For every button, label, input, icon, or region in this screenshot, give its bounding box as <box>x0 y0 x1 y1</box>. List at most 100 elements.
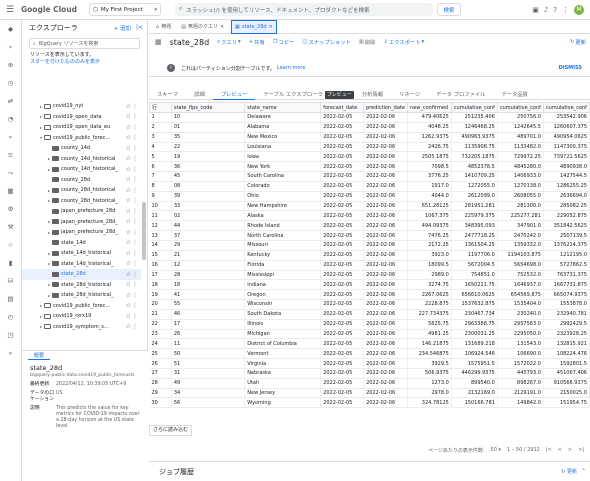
learn-more-link[interactable]: Learn more <box>277 65 306 71</box>
close-icon[interactable]: ✕ <box>269 24 273 30</box>
help-icon[interactable]: ? <box>553 6 557 14</box>
tree-table-item[interactable]: ▸ japan_prefecture_28d_ ☆ ⋮ <box>22 227 141 238</box>
prev-page-icon[interactable]: < <box>558 447 562 453</box>
star-icon[interactable]: ☆ <box>126 313 131 320</box>
cloud-shell-icon[interactable]: ▣ <box>532 6 539 14</box>
refresh-button[interactable]: ↻ 更新 <box>570 38 586 46</box>
star-icon[interactable]: ☆ <box>126 250 131 257</box>
kebab-menu-icon[interactable]: ⋮ <box>132 239 138 246</box>
search-nav-icon[interactable]: ⌕ <box>0 38 21 56</box>
google-cloud-logo[interactable]: Google Cloud <box>21 5 77 14</box>
star-icon[interactable]: ☆ <box>126 218 131 225</box>
star-icon[interactable]: ☆ <box>126 187 131 194</box>
search-button[interactable]: 検索 <box>437 3 462 16</box>
project-selector[interactable]: ⬡ My First Project ▾ <box>89 3 162 16</box>
next-page-icon[interactable]: > <box>568 447 572 453</box>
starred-only-link[interactable]: スターを付けたもののみを表示 <box>30 59 139 66</box>
preview-table-container[interactable]: 行 state_fips_code state_name forecast_date p… <box>149 102 590 424</box>
kebab-menu-icon[interactable]: ⋮ <box>132 103 138 110</box>
refresh-jobs-button[interactable]: ↻ 更新 <box>561 468 577 475</box>
settings-icon[interactable]: ⚙ <box>0 200 21 218</box>
column-header[interactable]: prediction_date <box>363 102 409 113</box>
tab-preview[interactable]: プレビュー <box>212 90 256 100</box>
notifications-icon[interactable]: ♪ <box>544 6 548 14</box>
add-button[interactable]: + 追加 <box>114 24 131 32</box>
dismiss-button[interactable]: DISMISS <box>559 65 582 71</box>
chart-icon[interactable]: ▮ <box>0 254 21 272</box>
expand-icon[interactable]: » <box>0 344 21 362</box>
tree-dataset-item[interactable]: ▸ covid19_open_data_eu ☆ ⋮ <box>22 122 141 133</box>
star-icon[interactable]: ☆ <box>126 145 131 152</box>
tab-lineage[interactable]: リネージ <box>391 90 428 100</box>
tree-table-item[interactable]: ▸ state_14d_historical ☆ ⋮ <box>22 248 141 259</box>
kebab-menu-icon[interactable]: ⋮ <box>132 208 138 215</box>
kebab-menu-icon[interactable]: ⋮ <box>132 197 138 204</box>
star-icon[interactable]: ☆ <box>126 229 131 236</box>
last-page-icon[interactable]: >| <box>578 447 584 453</box>
kebab-menu-icon[interactable]: ⋮ <box>132 218 138 225</box>
menu-icon[interactable]: ☰ <box>3 5 17 15</box>
per-page-select[interactable]: 50 ▾ <box>491 447 501 453</box>
tree-table-item[interactable]: japan_prefecture_28d ☆ ⋮ <box>22 206 141 217</box>
star-icon[interactable]: ☆ <box>126 134 131 141</box>
tree-table-item[interactable]: ▸ state_14d_historical_ ☆ ⋮ <box>22 259 141 270</box>
notes-icon[interactable]: ▤ <box>0 290 21 308</box>
tree-table-item[interactable]: ▸ state_28d_historical_ ☆ ⋮ <box>22 290 141 301</box>
tab-table-explorer[interactable]: テーブル エクスプローラ <box>255 90 330 100</box>
star-icon[interactable]: ☆ <box>126 113 131 120</box>
tab-schema[interactable]: スキーマ <box>149 90 186 100</box>
column-header[interactable]: cumulative_conf <box>450 102 498 113</box>
kebab-menu-icon[interactable]: ⋮ <box>132 176 138 183</box>
kebab-menu-icon[interactable]: ⋮ <box>562 6 569 14</box>
tab-data-quality[interactable]: データ品質 <box>493 90 536 100</box>
star-icon[interactable]: ☆ <box>126 260 131 267</box>
history-icon[interactable]: ◷ <box>0 74 21 92</box>
tree-dataset-item[interactable]: ▸ covid19_rxrx19 ☆ ⋮ <box>22 311 141 322</box>
collapse-panel-icon[interactable]: |< <box>136 24 143 31</box>
tab-insights[interactable]: 分析情報 <box>354 90 391 100</box>
star-icon[interactable]: ☆ <box>126 166 131 173</box>
kebab-menu-icon[interactable]: ⋮ <box>132 323 138 330</box>
tab-home[interactable]: ⌂ 無題 <box>153 20 174 34</box>
kebab-menu-icon[interactable]: ⋮ <box>132 281 138 288</box>
kebab-menu-icon[interactable]: ⋮ <box>132 260 138 267</box>
kebab-menu-icon[interactable]: ⋮ <box>132 250 138 257</box>
star-icon[interactable]: ☆ <box>126 239 131 246</box>
kebab-menu-icon[interactable]: ⋮ <box>132 124 138 131</box>
delete-button[interactable]: ▥ 削除 <box>359 38 376 46</box>
tree-dataset-item[interactable]: ▸covid19_symptom_search☆⋮ <box>22 322 141 333</box>
kebab-menu-icon[interactable]: ⋮ <box>132 292 138 299</box>
tree-table-item[interactable]: ▸ county_28d_historical_ ☆ ⋮ <box>22 196 141 207</box>
pin-icon[interactable]: ◆ <box>0 20 21 38</box>
query-button[interactable]: ⌕ クエリ ▾ <box>217 38 241 47</box>
star-icon[interactable]: ☆ <box>126 292 131 299</box>
column-header[interactable]: state_name <box>244 102 322 113</box>
release-notes-icon[interactable]: ◳ <box>0 326 21 344</box>
tree-dataset-item[interactable]: ▾ covid19_public_forecasts ☆ ⋮ <box>22 133 141 144</box>
column-header[interactable]: cumulative_conf <box>496 102 544 113</box>
tree-dataset-item[interactable]: ▸ covid19_nyt ☆ ⋮ <box>22 101 141 112</box>
kebab-menu-icon[interactable]: ⋮ <box>132 187 138 194</box>
list-icon[interactable]: ≡ <box>0 146 21 164</box>
tab-data-profile[interactable]: データ プロファイル <box>428 90 493 100</box>
tree-dataset-item[interactable]: ▸covid19_public_forecasts_☆⋮ <box>22 301 141 312</box>
load-more-button[interactable]: さらに読み込む <box>149 425 193 436</box>
tab-untitled-query[interactable]: ▤ 無題のクエリ ✕ <box>178 20 227 34</box>
tree-table-item[interactable]: state_14d ☆ ⋮ <box>22 238 141 249</box>
tree-table-item[interactable]: ▸ state_28d_historical ☆ ⋮ <box>22 280 141 291</box>
close-icon[interactable]: ✕ <box>220 24 224 30</box>
kebab-menu-icon[interactable]: ⋮ <box>132 229 138 236</box>
clock-icon[interactable]: ◴ <box>0 308 21 326</box>
search-input[interactable]: ⌕ スラッシュ(/) を使用してリソース、ドキュメント、プロダクトなどを検索 <box>175 3 434 16</box>
star-icon[interactable]: ☆ <box>126 208 131 215</box>
kebab-menu-icon[interactable]: ⋮ <box>132 302 138 309</box>
schedule-icon[interactable]: ◔ <box>0 110 21 128</box>
kebab-menu-icon[interactable]: ⋮ <box>132 313 138 320</box>
expand-up-icon[interactable]: ⌃ <box>581 468 586 475</box>
tab-summary[interactable]: 概要 <box>28 352 51 360</box>
avatar[interactable]: M <box>574 4 584 15</box>
flow-icon[interactable]: ⤳ <box>0 164 21 182</box>
star-icon[interactable]: ☆ <box>126 103 131 110</box>
star-icon[interactable]: ☆ <box>126 281 131 288</box>
star-icon[interactable]: ☆ <box>126 197 131 204</box>
